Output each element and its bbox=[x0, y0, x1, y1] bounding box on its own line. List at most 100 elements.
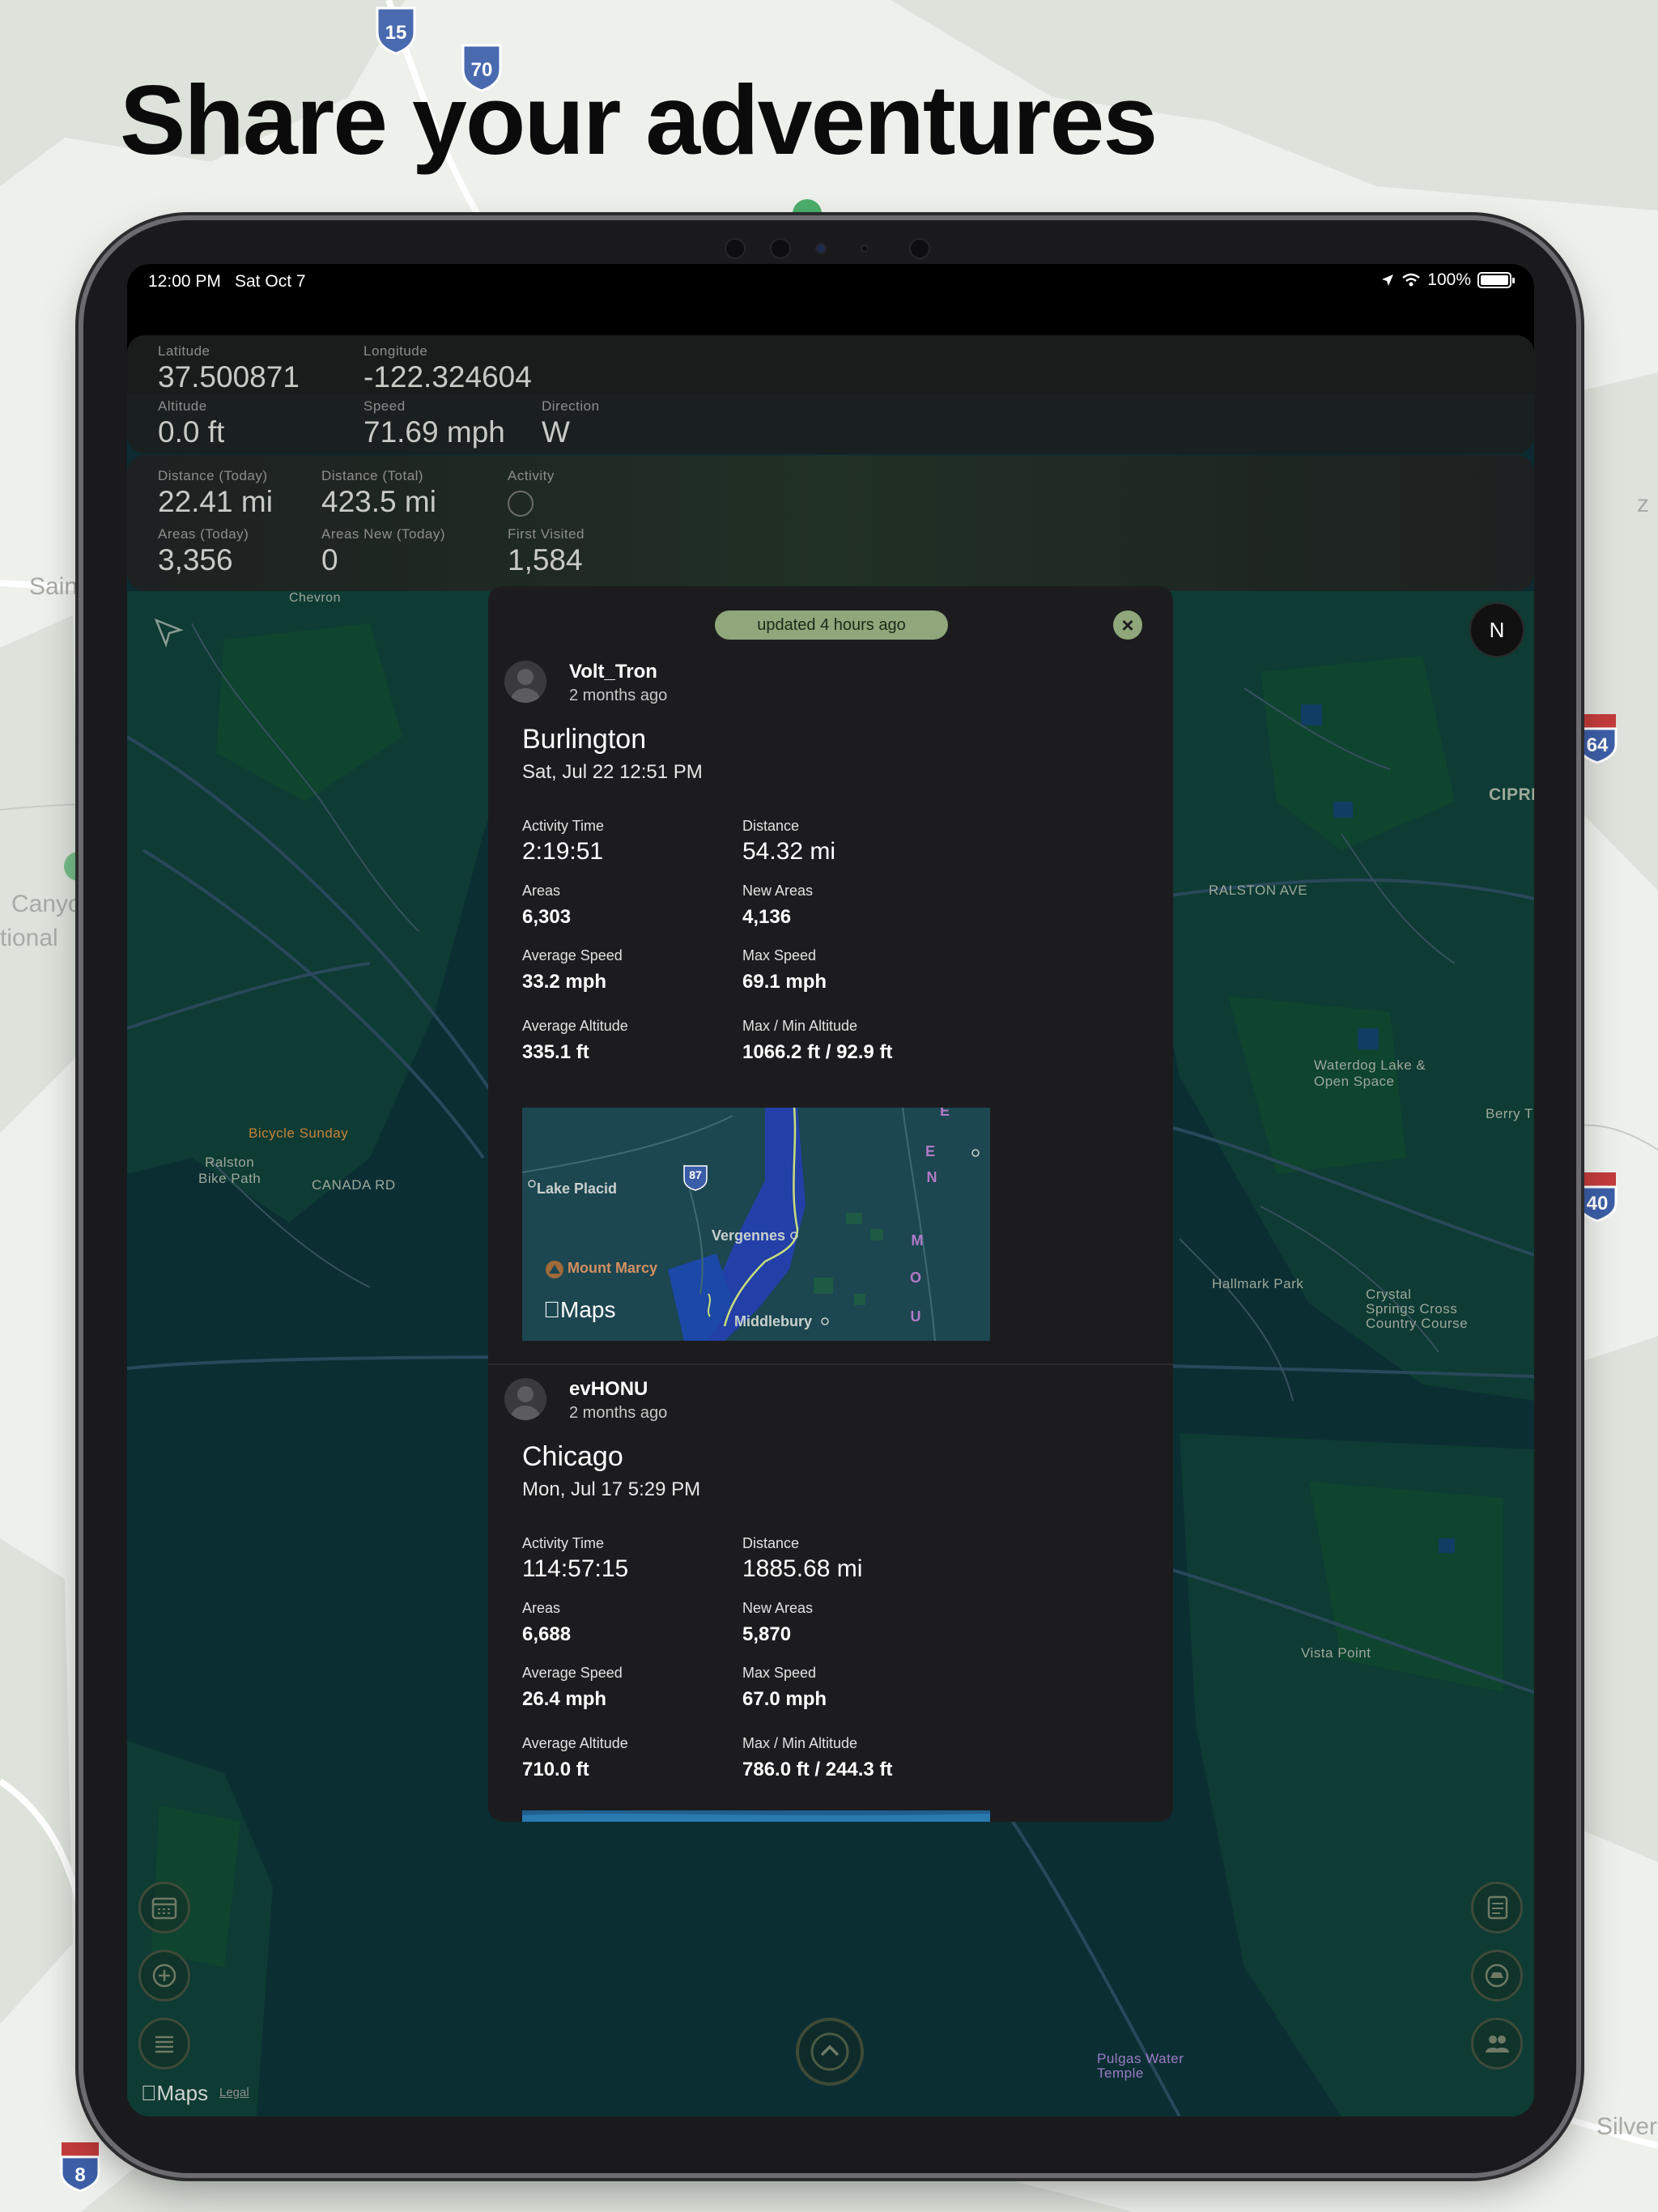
location-icon bbox=[1382, 274, 1394, 286]
max-min-altitude-label: Max / Min Altitude bbox=[742, 1735, 858, 1751]
close-button[interactable]: × bbox=[1113, 610, 1142, 640]
friends-button[interactable] bbox=[1471, 2018, 1523, 2069]
distance-value: 1885.68 mi bbox=[742, 1555, 863, 1582]
longitude-value: -122.324604 bbox=[363, 360, 532, 393]
route-label-mount-marcy: Mount Marcy bbox=[568, 1260, 658, 1276]
map-label-vista-point[interactable]: Vista Point bbox=[1301, 1645, 1371, 1661]
plus-circle-icon bbox=[152, 1963, 176, 1988]
distance-label: Distance bbox=[742, 818, 800, 834]
speed-value: 71.69 mph bbox=[363, 415, 505, 449]
distance-label: Distance bbox=[742, 1535, 800, 1551]
bg-label-national: tional bbox=[0, 925, 58, 951]
avatar[interactable] bbox=[504, 661, 546, 703]
areas-today-label: Areas (Today) bbox=[158, 526, 249, 542]
entry-place: Burlington bbox=[522, 724, 647, 755]
svg-text:O: O bbox=[910, 1270, 921, 1286]
altitude-value: 0.0 ft bbox=[158, 415, 225, 449]
svg-text:E: E bbox=[925, 1143, 935, 1159]
activity-time-value: 2:19:51 bbox=[522, 838, 604, 865]
calendar-button[interactable] bbox=[138, 1882, 190, 1933]
people-icon bbox=[1486, 2035, 1509, 2052]
map-label-hallmark-park[interactable]: Hallmark Park bbox=[1212, 1276, 1303, 1292]
speed-label: Speed bbox=[363, 398, 406, 414]
distance-today-value: 22.41 mi bbox=[158, 485, 273, 518]
entry-time-ago: 2 months ago bbox=[569, 1404, 668, 1422]
bg-label-z: z bbox=[1637, 491, 1649, 517]
distance-value: 54.32 mi bbox=[742, 838, 836, 865]
route-shield-87: 87 bbox=[689, 1168, 702, 1181]
location-arrow-icon[interactable] bbox=[153, 617, 184, 648]
bg-label-silver: Silver bbox=[1596, 2113, 1658, 2140]
latitude-value: 37.500871 bbox=[158, 360, 300, 393]
areas-label: Areas bbox=[522, 883, 561, 899]
activity-time-value: 114:57:15 bbox=[522, 1555, 629, 1582]
avatar[interactable] bbox=[504, 1378, 546, 1420]
entry-date: Sat, Jul 22 12:51 PM bbox=[522, 761, 703, 783]
svg-text:64: 64 bbox=[1587, 734, 1609, 756]
direction-label: Direction bbox=[542, 398, 600, 414]
max-min-altitude-value: 786.0 ft / 244.3 ft bbox=[742, 1759, 893, 1780]
route-map-svg bbox=[522, 1810, 990, 1822]
list-icon bbox=[155, 2035, 173, 2053]
status-bar: 12:00 PM Sat Oct 7 100% bbox=[127, 264, 1534, 337]
route-map-thumbnail[interactable] bbox=[522, 1810, 990, 1822]
map-label-crystal-springs[interactable]: Crystal Springs Cross Country Course bbox=[1366, 1287, 1468, 1331]
status-time: 12:00 PM bbox=[148, 272, 221, 291]
updated-badge: updated 4 hours ago bbox=[715, 610, 948, 640]
activity-car-icon[interactable] bbox=[508, 491, 534, 517]
page-headline: Share your adventures bbox=[120, 65, 1158, 175]
svg-text:E: E bbox=[940, 1108, 950, 1119]
new-areas-value: 5,870 bbox=[742, 1623, 792, 1645]
notes-button[interactable] bbox=[1471, 1882, 1523, 1933]
compass-n: N bbox=[1489, 617, 1505, 642]
status-date: Sat Oct 7 bbox=[235, 272, 306, 291]
avg-speed-label: Average Speed bbox=[522, 947, 623, 963]
calendar-icon bbox=[151, 1897, 177, 1920]
areas-new-value: 0 bbox=[321, 543, 338, 576]
avg-speed-label: Average Speed bbox=[522, 1665, 623, 1681]
entry-username[interactable]: evHONU bbox=[569, 1378, 648, 1401]
areas-value: 6,303 bbox=[522, 906, 572, 928]
entry-time-ago: 2 months ago bbox=[569, 687, 668, 704]
compass-button[interactable]: N bbox=[1469, 602, 1524, 657]
vehicle-button[interactable] bbox=[1471, 1950, 1523, 2001]
apple-maps-logo: Maps bbox=[141, 2081, 208, 2105]
avg-speed-value: 33.2 mph bbox=[522, 971, 607, 993]
max-min-altitude-label: Max / Min Altitude bbox=[742, 1018, 858, 1034]
camera-bar bbox=[716, 233, 943, 266]
chevron-up-icon bbox=[810, 2032, 849, 2071]
new-areas-label: New Areas bbox=[742, 1600, 814, 1616]
first-visited-value: 1,584 bbox=[508, 543, 583, 576]
totals-panel: Distance (Today) 22.41 mi Distance (Tota… bbox=[127, 455, 1534, 591]
svg-text:N: N bbox=[927, 1169, 937, 1185]
entry-username[interactable]: Volt_Tron bbox=[569, 661, 657, 683]
map-label-cipri: CIPRI bbox=[1489, 785, 1534, 804]
latitude-label: Latitude bbox=[158, 343, 210, 359]
entry-place: Chicago bbox=[522, 1441, 623, 1472]
max-speed-value: 69.1 mph bbox=[742, 971, 827, 993]
live-stats-panel: Latitude 37.500871 Longitude -122.324604… bbox=[127, 335, 1534, 453]
map-label-bicycle-sunday[interactable]: Bicycle Sunday bbox=[249, 1125, 348, 1142]
entry-divider bbox=[488, 1363, 1173, 1365]
avg-altitude-value: 335.1 ft bbox=[522, 1041, 589, 1063]
expand-up-button[interactable] bbox=[796, 2018, 864, 2086]
distance-today-label: Distance (Today) bbox=[158, 468, 268, 483]
map-label-berry[interactable]: Berry T bbox=[1486, 1106, 1533, 1122]
legal-link[interactable]: Legal bbox=[219, 2086, 249, 2099]
map-label-chevron[interactable]: Chevron bbox=[289, 591, 341, 606]
map-label-pulgas[interactable]: Pulgas Water Temple bbox=[1097, 2052, 1184, 2081]
map-label-ralston-bike-path[interactable]: Ralston Bike Path bbox=[198, 1155, 261, 1187]
map-label-waterdog[interactable]: Waterdog Lake & Open Space bbox=[1314, 1057, 1426, 1090]
direction-value: W bbox=[542, 415, 570, 449]
list-button[interactable] bbox=[138, 2018, 190, 2069]
max-speed-label: Max Speed bbox=[742, 1665, 817, 1681]
max-speed-label: Max Speed bbox=[742, 947, 817, 963]
route-map-thumbnail[interactable]: 87 EEN MOU Lake Placid Vergennes Mount M… bbox=[522, 1108, 990, 1341]
add-button[interactable] bbox=[138, 1950, 190, 2001]
areas-today-value: 3,356 bbox=[158, 543, 233, 576]
device-screen: Bicycle Sunday CANADA RD Ralston Bike Pa… bbox=[127, 264, 1534, 2116]
max-speed-value: 67.0 mph bbox=[742, 1688, 827, 1710]
activity-feed-modal[interactable]: updated 4 hours ago × Volt_Tron 2 months… bbox=[488, 586, 1173, 1822]
first-visited-label: First Visited bbox=[508, 526, 585, 542]
battery-icon bbox=[1477, 272, 1515, 288]
